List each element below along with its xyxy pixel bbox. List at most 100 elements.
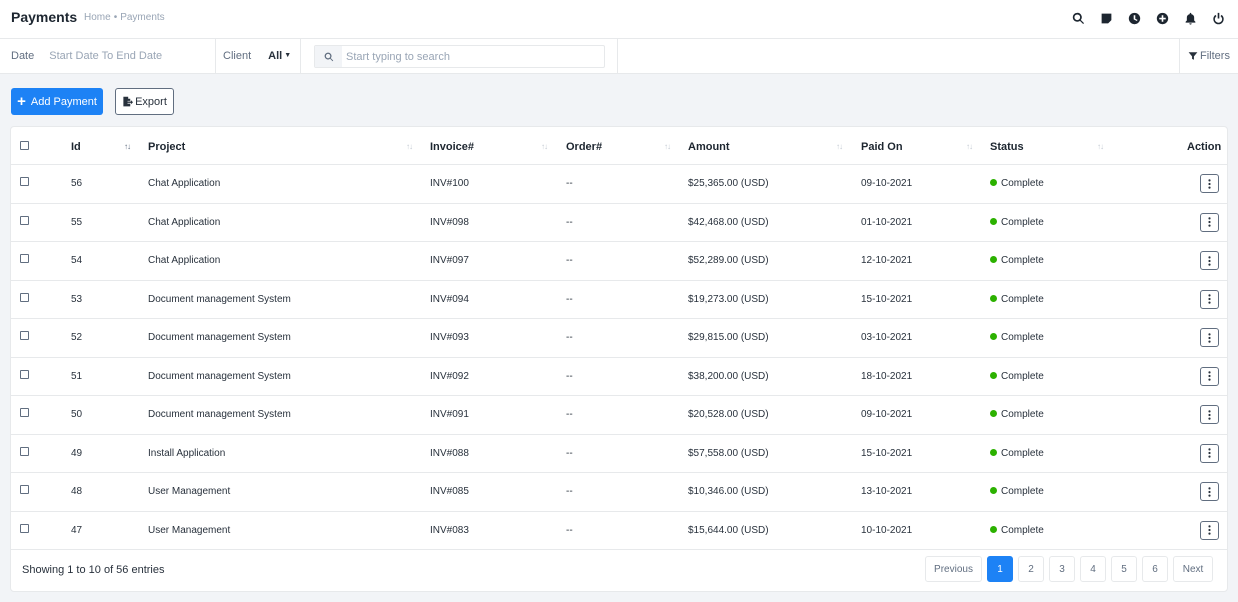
column-header-invoice[interactable]: Invoice#	[430, 141, 474, 153]
date-filter[interactable]: Date Start Date To End Date	[0, 39, 216, 73]
cell-project[interactable]: Chat Application	[148, 217, 220, 228]
cell-invoice[interactable]: INV#088	[430, 448, 469, 459]
column-header-project[interactable]: Project	[148, 141, 185, 153]
cell-paid-on: 03-10-2021	[861, 332, 913, 343]
column-header-amount[interactable]: Amount	[688, 141, 730, 153]
add-payment-button[interactable]: + Add Payment	[11, 88, 103, 115]
row-checkbox[interactable]	[20, 446, 29, 456]
cell-project[interactable]: Document management System	[148, 371, 291, 382]
row-actions-button[interactable]	[1200, 405, 1219, 424]
sort-icon[interactable]: ↑↓	[1097, 142, 1104, 151]
cell-project[interactable]: Document management System	[148, 294, 291, 305]
cell-invoice[interactable]: INV#085	[430, 486, 469, 497]
sort-icon[interactable]: ↑↓	[966, 142, 973, 151]
pagination-page-6[interactable]: 6	[1142, 556, 1168, 582]
cell-invoice[interactable]: INV#098	[430, 217, 469, 228]
row-checkbox[interactable]	[20, 369, 29, 379]
row-checkbox[interactable]	[20, 177, 29, 186]
pagination-previous-button[interactable]: Previous	[925, 556, 982, 582]
sort-icon[interactable]: ↑↓	[406, 142, 413, 151]
breadcrumb-current: Payments	[120, 12, 165, 23]
cell-order: --	[566, 178, 573, 189]
cell-project[interactable]: Chat Application	[148, 255, 220, 266]
pagination-page-5[interactable]: 5	[1111, 556, 1137, 582]
select-all-checkbox[interactable]	[20, 141, 29, 150]
cell-invoice[interactable]: INV#100	[430, 178, 469, 189]
column-header-status[interactable]: Status	[990, 141, 1024, 153]
row-checkbox[interactable]	[20, 331, 29, 340]
pagination-page-1[interactable]: 1	[987, 556, 1013, 582]
power-icon[interactable]	[1204, 9, 1232, 27]
plus-icon: +	[17, 93, 26, 110]
breadcrumb-home[interactable]: Home	[84, 12, 111, 23]
row-checkbox[interactable]	[20, 254, 29, 263]
bell-icon[interactable]	[1176, 9, 1204, 27]
cell-invoice[interactable]: INV#097	[430, 255, 469, 266]
filters-label: Filters	[1200, 50, 1230, 62]
pagination: Previous 1 2 3 4 5 6 Next	[920, 556, 1213, 582]
filters-button[interactable]: Filters	[1179, 39, 1238, 73]
more-vertical-icon	[1208, 332, 1211, 343]
row-actions-button[interactable]	[1200, 520, 1219, 540]
clock-icon[interactable]	[1120, 9, 1148, 27]
client-filter: Client All ▼	[216, 39, 301, 73]
cell-invoice[interactable]: INV#091	[430, 409, 469, 420]
add-payment-label: Add Payment	[30, 95, 97, 108]
sticky-note-icon[interactable]	[1092, 9, 1120, 27]
cell-project[interactable]: Chat Application	[148, 178, 220, 189]
more-vertical-icon	[1208, 486, 1211, 497]
row-checkbox[interactable]	[20, 523, 29, 533]
row-actions-button[interactable]	[1200, 289, 1219, 309]
row-actions-button[interactable]	[1200, 328, 1219, 347]
status-dot	[990, 487, 997, 494]
row-actions-button[interactable]	[1200, 174, 1219, 193]
cell-invoice[interactable]: INV#083	[430, 525, 469, 536]
sort-icon[interactable]: ↑↓	[124, 142, 131, 151]
pagination-page-4[interactable]: 4	[1080, 556, 1106, 582]
cell-project[interactable]: Install Application	[148, 448, 225, 459]
status-label: Complete	[1001, 255, 1044, 266]
status-label: Complete	[1001, 447, 1044, 459]
cell-id: 49	[71, 447, 83, 459]
cell-id: 51	[71, 370, 83, 382]
row-actions-button[interactable]	[1200, 251, 1219, 270]
column-header-id[interactable]: Id	[71, 141, 81, 153]
client-select-value: All	[268, 50, 283, 62]
row-actions-button[interactable]	[1200, 443, 1219, 463]
sort-icon[interactable]: ↑↓	[664, 142, 671, 151]
column-header-paid-on[interactable]: Paid On	[861, 141, 903, 153]
sort-icon[interactable]: ↑↓	[836, 142, 843, 151]
pagination-page-2[interactable]: 2	[1018, 556, 1044, 582]
search-input[interactable]	[346, 50, 596, 63]
row-checkbox[interactable]	[20, 215, 29, 225]
cell-amount: $20,528.00 (USD)	[688, 409, 769, 420]
cell-project[interactable]: Document management System	[148, 409, 291, 420]
cell-invoice[interactable]: INV#094	[430, 294, 469, 305]
export-button[interactable]: Export	[115, 88, 174, 115]
row-checkbox[interactable]	[20, 485, 29, 494]
client-select[interactable]: All ▼	[268, 50, 291, 62]
column-header-order[interactable]: Order#	[566, 141, 602, 153]
date-range-input[interactable]: Start Date To End Date	[49, 50, 162, 62]
more-vertical-icon	[1208, 178, 1211, 189]
breadcrumb-separator: •	[113, 12, 118, 23]
cell-invoice[interactable]: INV#092	[430, 371, 469, 382]
cell-project[interactable]: User Management	[148, 486, 230, 497]
table-row: 56 Chat Application INV#100 -- $25,365.00 (U…	[11, 165, 1227, 204]
pagination-page-3[interactable]: 3	[1049, 556, 1075, 582]
plus-circle-icon[interactable]	[1148, 9, 1176, 27]
cell-project[interactable]: User Management	[148, 525, 230, 536]
column-header-action: Action	[1187, 141, 1222, 153]
search-icon[interactable]	[1064, 9, 1092, 27]
row-checkbox[interactable]	[20, 408, 29, 417]
cell-project[interactable]: Document management System	[148, 332, 291, 343]
row-actions-button[interactable]	[1200, 482, 1219, 501]
row-actions-button[interactable]	[1200, 212, 1219, 232]
row-actions-button[interactable]	[1200, 366, 1219, 386]
cell-invoice[interactable]: INV#093	[430, 332, 469, 343]
cell-order: --	[566, 370, 573, 382]
pagination-next-button[interactable]: Next	[1173, 556, 1213, 582]
cell-order: --	[566, 486, 573, 497]
sort-icon[interactable]: ↑↓	[541, 142, 548, 151]
row-checkbox[interactable]	[20, 292, 29, 302]
